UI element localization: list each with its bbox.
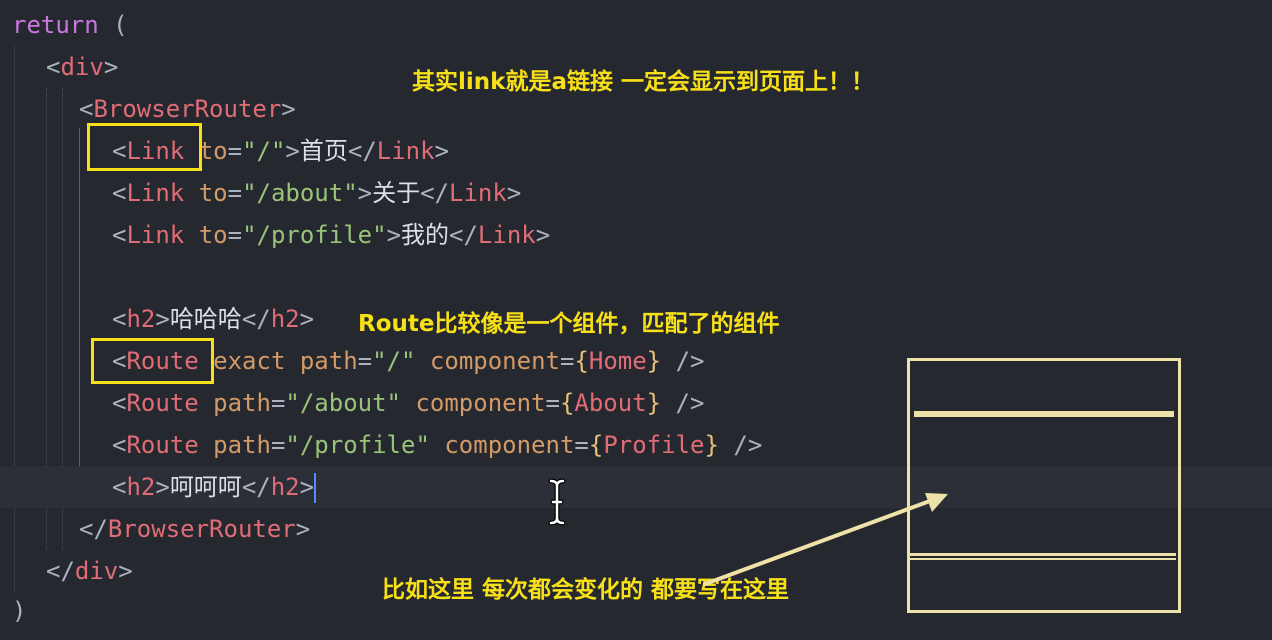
arrow-annotation	[703, 493, 948, 586]
text-cursor-icon	[548, 478, 566, 526]
